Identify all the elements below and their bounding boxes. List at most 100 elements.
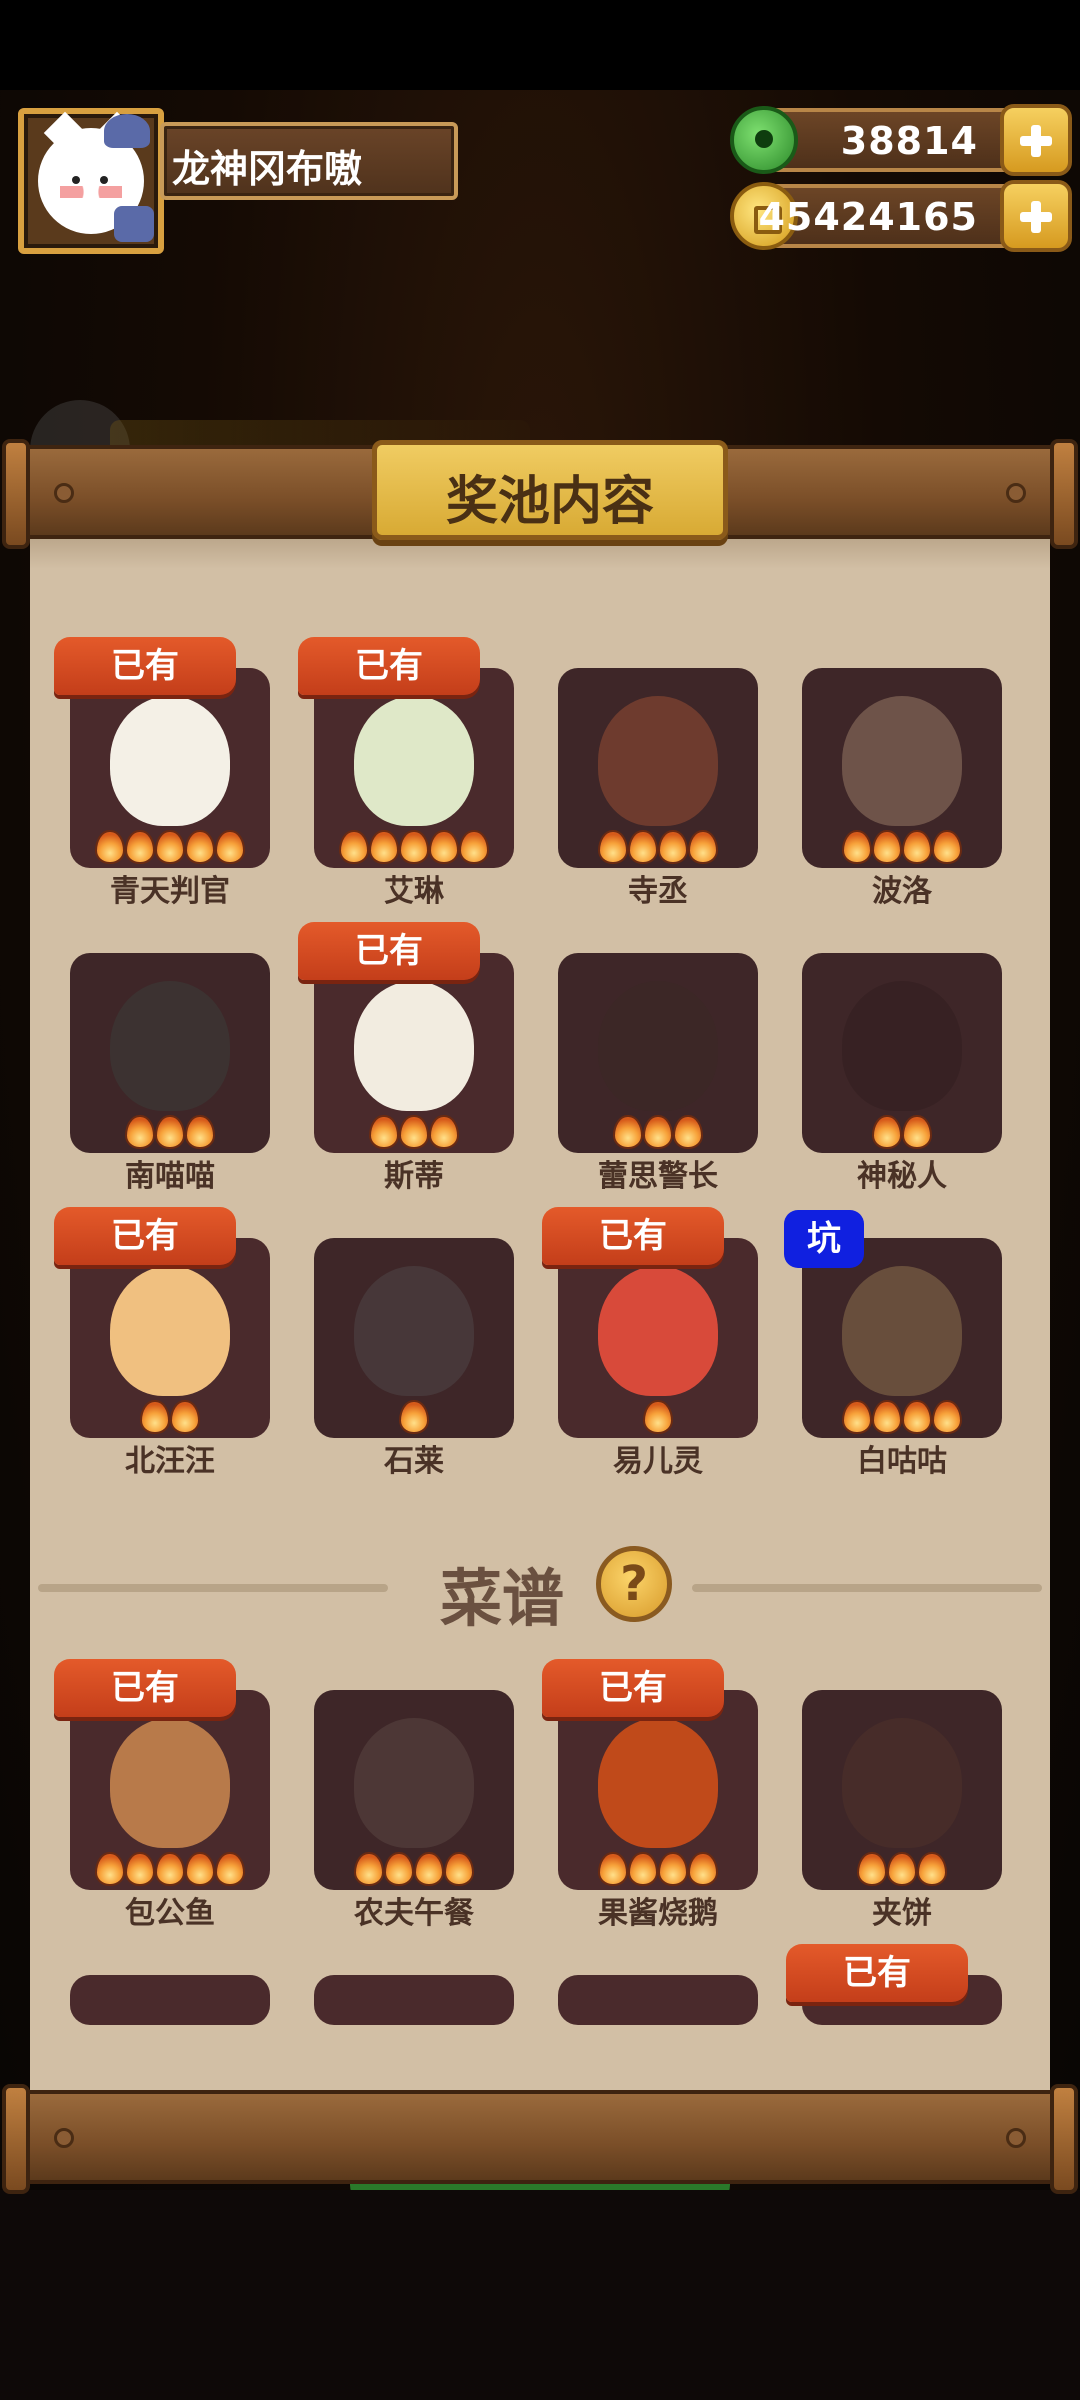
rarity-flames <box>314 1402 514 1432</box>
gem-amount: 38814 <box>840 119 978 163</box>
flame-icon <box>904 1402 930 1432</box>
panel-bottom-fill <box>30 2025 1050 2095</box>
coin-counter: 45424165 <box>730 180 1072 252</box>
pit-tag: 坑 <box>784 1210 864 1268</box>
character-name: 石莱 <box>384 1444 444 1479</box>
flame-icon <box>371 832 397 862</box>
character-card[interactable] <box>70 953 270 1153</box>
owned-tag: 已有 <box>54 1207 236 1265</box>
jade-gem-icon <box>730 106 798 174</box>
recipe-portrait <box>842 1718 962 1848</box>
rarity-flames <box>558 1854 758 1884</box>
rarity-flames <box>314 832 514 862</box>
flame-icon <box>401 1117 427 1147</box>
rarity-flames <box>558 832 758 862</box>
character-portrait <box>598 981 718 1111</box>
flame-icon <box>874 832 900 862</box>
recipes-section-title: 菜谱 <box>440 1562 565 1635</box>
recipe-portrait <box>598 1718 718 1848</box>
panel-title: 奖池内容 <box>445 472 654 532</box>
character-card[interactable] <box>558 668 758 868</box>
character-name: 蕾思警长 <box>598 1159 718 1194</box>
character-portrait <box>354 1266 474 1396</box>
bottom-background <box>0 2190 1080 2400</box>
character-portrait <box>598 1266 718 1396</box>
recipe-card[interactable] <box>558 1690 758 1890</box>
flame-icon <box>142 1402 168 1432</box>
flame-icon <box>675 1117 701 1147</box>
recipe-name: 农夫午餐 <box>354 1896 474 1931</box>
flame-icon <box>401 832 427 862</box>
flame-icon <box>600 1854 626 1884</box>
flame-icon <box>690 832 716 862</box>
rarity-flames <box>802 1117 1002 1147</box>
flame-icon <box>645 1117 671 1147</box>
character-name: 白咕咕 <box>857 1444 947 1479</box>
recipe-card[interactable] <box>802 1690 1002 1890</box>
character-card[interactable] <box>802 953 1002 1153</box>
character-name: 波洛 <box>872 874 932 909</box>
character-portrait <box>110 1266 230 1396</box>
flame-icon <box>97 1854 123 1884</box>
character-name: 神秘人 <box>857 1159 947 1194</box>
flame-icon <box>904 832 930 862</box>
character-card[interactable] <box>70 668 270 868</box>
flame-icon <box>157 832 183 862</box>
recipe-card-partial[interactable] <box>558 1975 758 2025</box>
recipe-card[interactable] <box>70 1690 270 1890</box>
flame-icon <box>416 1854 442 1884</box>
flame-icon <box>934 1402 960 1432</box>
player-name: 龙神冈布嗷 <box>172 147 363 191</box>
character-portrait <box>110 981 230 1111</box>
add-gems-button[interactable] <box>1000 104 1072 176</box>
flame-icon <box>660 1854 686 1884</box>
character-card[interactable] <box>314 668 514 868</box>
character-card[interactable] <box>558 953 758 1153</box>
flame-icon <box>889 1854 915 1884</box>
recipe-card-partial[interactable] <box>314 1975 514 2025</box>
recipe-card[interactable] <box>314 1690 514 1890</box>
rarity-flames <box>70 1402 270 1432</box>
player-avatar[interactable] <box>18 108 164 254</box>
rarity-flames <box>802 1402 1002 1432</box>
flame-icon <box>934 832 960 862</box>
character-card[interactable] <box>558 1238 758 1438</box>
character-card[interactable] <box>802 1238 1002 1438</box>
character-card[interactable] <box>314 953 514 1153</box>
rarity-flames <box>558 1117 758 1147</box>
coin-amount: 45424165 <box>758 195 978 239</box>
flame-icon <box>217 832 243 862</box>
flame-icon <box>401 1402 427 1432</box>
flame-icon <box>127 1854 153 1884</box>
flame-icon <box>660 832 686 862</box>
recipe-name: 夹饼 <box>872 1896 932 1931</box>
flame-icon <box>431 832 457 862</box>
character-name: 南喵喵 <box>125 1159 215 1194</box>
flame-icon <box>431 1117 457 1147</box>
question-icon[interactable]: ? <box>596 1546 672 1622</box>
flame-icon <box>630 1854 656 1884</box>
flame-icon <box>690 1854 716 1884</box>
rarity-flames <box>70 1117 270 1147</box>
rarity-flames <box>802 832 1002 862</box>
rarity-flames <box>70 832 270 862</box>
character-card[interactable] <box>314 1238 514 1438</box>
add-coins-button[interactable] <box>1000 180 1072 252</box>
flame-icon <box>461 832 487 862</box>
panel-title-plaque: 奖池内容 <box>372 440 728 540</box>
recipe-card-partial[interactable] <box>70 1975 270 2025</box>
flame-icon <box>371 1117 397 1147</box>
character-portrait <box>110 696 230 826</box>
owned-tag: 已有 <box>54 637 236 695</box>
flame-icon <box>446 1854 472 1884</box>
character-card[interactable] <box>802 668 1002 868</box>
character-portrait <box>354 696 474 826</box>
character-portrait <box>842 696 962 826</box>
flame-icon <box>844 832 870 862</box>
flame-icon <box>904 1117 930 1147</box>
owned-tag: 已有 <box>54 1659 236 1717</box>
owned-tag: 已有 <box>298 922 480 980</box>
flame-icon <box>600 832 626 862</box>
character-card[interactable] <box>70 1238 270 1438</box>
flame-icon <box>157 1854 183 1884</box>
